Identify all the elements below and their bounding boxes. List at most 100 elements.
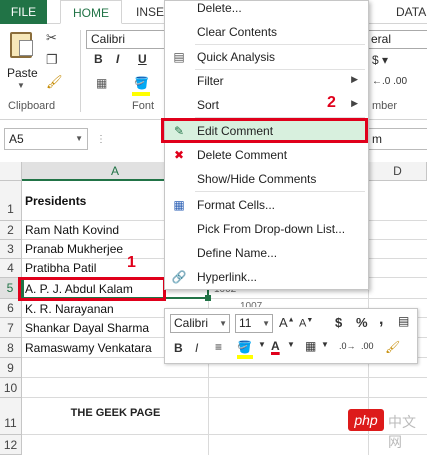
row-header-10[interactable]: 10 [0,378,22,398]
menu-separator [195,191,365,192]
row-header-7[interactable]: 7 [0,318,22,338]
mini-italic-button[interactable]: I [195,341,198,355]
chevron-down-icon[interactable]: ▼ [262,315,270,332]
menu-item-define-name[interactable]: Define Name... [165,241,368,265]
menu-item-pick-from-list[interactable]: Pick From Drop-down List... [165,217,368,241]
align-center-icon[interactable]: ≡ [215,340,222,354]
chevron-down-icon[interactable]: ▼ [75,129,83,149]
cut-icon[interactable]: ✂ [46,30,57,46]
menu-item-label: Quick Analysis [197,50,276,64]
hyperlink-icon: 🔗 [171,270,187,284]
grow-font-button[interactable]: A▲ [279,315,295,330]
chevron-down-icon[interactable]: ▼ [219,315,227,332]
fill-color-icon[interactable]: 🪣 [237,340,252,354]
currency-format-button[interactable]: $ ▾ [372,53,388,67]
mini-bold-button[interactable]: B [174,341,183,355]
php-watermark-logo: php 中文网 [348,409,427,450]
number-group-label: mber [372,100,398,112]
comma-button[interactable]: , [379,311,383,329]
underline-button[interactable]: U [138,52,147,66]
menu-item-filter[interactable]: Filter ▶ [165,69,368,93]
chevron-down-icon[interactable]: ▼ [321,340,329,349]
cell-a8[interactable]: Ramaswamy Venkatara [25,341,152,355]
font-name-box[interactable]: Calibri [86,30,166,49]
tab-file[interactable]: FILE [0,0,47,24]
paste-icon[interactable] [10,32,33,58]
menu-item-label: Hyperlink... [197,270,258,284]
mini-font-size: 11 [239,316,252,330]
paste-button[interactable]: Paste [7,66,38,80]
cell-a3[interactable]: Pranab Mukherjee [25,242,123,256]
row-header-6[interactable]: 6 [0,299,22,318]
quick-analysis-icon: ▤ [173,50,185,64]
callout-number-1: 1 [127,254,136,271]
row-header-11[interactable]: 11 [0,398,22,435]
menu-item-label: Format Cells... [197,198,276,212]
percent-button[interactable]: % [356,315,368,330]
row-header-8[interactable]: 8 [0,338,22,358]
chevron-down-icon[interactable]: ▼ [258,340,266,349]
menu-item-label: Define Name... [197,246,278,260]
bold-button[interactable]: B [94,52,103,66]
cell-a2[interactable]: Ram Nath Kovind [25,223,119,237]
shrink-font-button[interactable]: A▼ [299,317,313,330]
row-header-9[interactable]: 9 [0,358,22,378]
menu-item-label: Delete... [197,1,242,15]
menu-item-label: Show/Hide Comments [197,172,317,186]
menu-item-sort[interactable]: Sort ▶ [165,93,368,117]
select-all-corner[interactable] [0,162,22,181]
tab-insert[interactable]: INSE [136,0,164,24]
copy-icon[interactable]: ❐ [46,52,58,68]
border-icon[interactable]: ▦ [96,76,107,90]
column-header-d[interactable]: D [369,162,427,181]
mini-font-size-box[interactable]: 11 ▼ [235,314,273,333]
border-icon[interactable]: ▦ [305,339,316,353]
currency-button[interactable]: $ [335,315,342,330]
php-badge: php [348,409,384,431]
cell-b6[interactable]: 1007 [240,301,262,307]
row-header-4[interactable]: 4 [0,259,22,278]
decrease-decimal-icon[interactable]: .00 [361,341,374,351]
number-format-box[interactable]: eral [368,30,427,49]
menu-item-delete[interactable]: Delete... [165,0,368,20]
cell-a7[interactable]: Shankar Dayal Sharma [25,321,149,335]
format-painter-icon[interactable]: 🖌 [385,340,400,354]
italic-button[interactable]: I [116,52,119,66]
name-box[interactable]: A5 ▼ [4,128,88,150]
row-header-3[interactable]: 3 [0,240,22,259]
tab-data[interactable]: DATA [396,0,426,24]
font-color-button[interactable]: A [271,339,280,353]
row-header-1[interactable]: 1 [0,181,22,221]
tab-home[interactable]: HOME [60,0,122,24]
row-header-12[interactable]: 12 [0,435,22,455]
fill-color-icon[interactable]: 🪣 [134,76,149,90]
callout-box-1 [18,277,166,301]
php-watermark-text: 中文网 [388,414,416,450]
menu-item-delete-comment[interactable]: ✖ Delete Comment [165,143,368,167]
menu-item-show-hide-comments[interactable]: Show/Hide Comments [165,167,368,191]
menu-item-clear-contents[interactable]: Clear Contents [165,20,368,44]
fill-handle[interactable] [205,295,211,301]
chevron-down-icon[interactable]: ▼ [17,81,25,90]
callout-box-2 [161,118,368,143]
cell-a1[interactable]: Presidents [25,194,86,208]
increase-decimal-icon[interactable]: .0→ [339,341,356,351]
formula-bar[interactable]: m [368,128,427,150]
menu-item-label: Filter [197,74,224,88]
menu-item-hyperlink[interactable]: 🔗 Hyperlink... [165,265,368,289]
format-painter-icon[interactable]: 🖌 [46,74,63,90]
fill-color-swatch [132,92,150,96]
chevron-down-icon[interactable]: ▼ [287,340,295,349]
format-table-icon[interactable]: ▤ [398,314,409,328]
grid-line [22,397,427,398]
cell-a6[interactable]: K. R. Narayanan [25,302,114,316]
mini-font-name-box[interactable]: Calibri ▼ [170,314,230,333]
context-menu: Delete... Clear Contents ▤ Quick Analysi… [164,0,369,290]
delete-comment-icon: ✖ [173,148,185,162]
submenu-arrow-icon: ▶ [351,74,358,84]
menu-item-format-cells[interactable]: ▦ Format Cells... [165,193,368,217]
cell-a4[interactable]: Pratibha Patil [25,261,96,275]
row-header-2[interactable]: 2 [0,221,22,240]
decimal-buttons[interactable]: ←.0 .00 [372,76,407,87]
menu-item-quick-analysis[interactable]: ▤ Quick Analysis [165,45,368,69]
